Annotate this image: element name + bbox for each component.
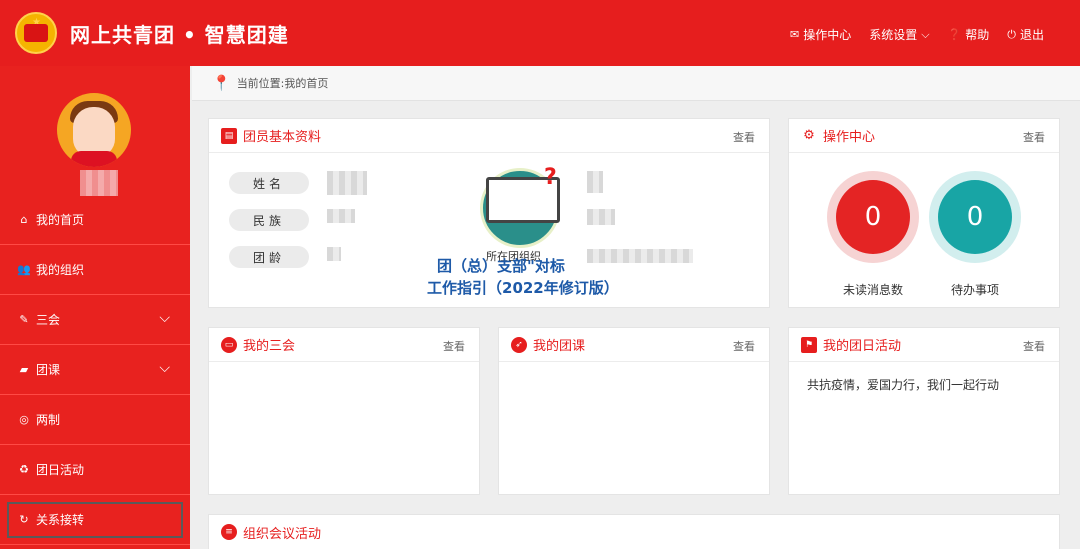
sidebar-item-label: 我的组织: [36, 263, 85, 277]
sidebar-item-sanhui[interactable]: ✎ 三会 ⌵: [0, 295, 190, 345]
panel-header: ⚑ 我的团日活动 查看: [789, 328, 1059, 362]
breadcrumb: 📍 当前位置:我的首页: [192, 66, 1080, 101]
gear-icon: ⚙: [803, 128, 815, 143]
todo-counter[interactable]: 0: [929, 171, 1021, 263]
top-nav-label: 操作中心: [803, 28, 852, 42]
panel-title: 操作中心: [823, 130, 876, 145]
panel-header: ➶ 我的团课 查看: [499, 328, 769, 362]
chevron-down-icon: ⌵: [159, 360, 170, 376]
view-more-link[interactable]: 查看: [1023, 129, 1045, 145]
sidebar-item-tuanke[interactable]: ▰ 团课 ⌵: [0, 345, 190, 395]
top-nav-label: 退出: [1019, 28, 1044, 42]
tuanri-panel: ⚑ 我的团日活动 查看 共抗疫情，爱国力行，我们一起行动: [788, 327, 1060, 495]
view-more-link[interactable]: 查看: [1023, 338, 1045, 354]
panel-header: ≡ 组织会议活动: [209, 515, 1059, 549]
sidebar-item-home[interactable]: ⌂ 我的首页: [0, 195, 190, 245]
redacted-value: [327, 171, 367, 195]
todo-count: 0: [938, 180, 1012, 254]
redacted-value: [327, 209, 355, 223]
sidebar-item-label: 团日活动: [36, 463, 85, 477]
top-nav-settings[interactable]: 系统设置 ⌵: [869, 26, 929, 43]
tuanke-panel: ➶ 我的团课 查看: [498, 327, 770, 495]
sidebar-item-label: 三会: [36, 313, 61, 327]
youth-league-logo-icon: ★: [15, 12, 57, 54]
sidebar-item-my-org[interactable]: 👥 我的组织: [0, 245, 190, 295]
sidebar-item-label: 关系接转: [36, 513, 85, 527]
view-more-link[interactable]: 查看: [733, 338, 755, 354]
sidebar-item-relation-transfer[interactable]: ↻ 关系接转: [0, 495, 190, 545]
unread-label: 未读消息数: [842, 283, 903, 297]
top-nav-logout[interactable]: ⏻ 退出: [1007, 26, 1044, 43]
calendar-icon: ▭: [221, 336, 237, 353]
question-icon: ❓: [947, 28, 962, 41]
power-icon: ⏻: [1007, 27, 1016, 41]
location-pin-icon: 📍: [212, 74, 231, 92]
sidebar-item-label: 两制: [36, 413, 61, 427]
redacted-value: [327, 247, 341, 261]
overlay-title-line1: 团（总）支部"对标: [437, 257, 565, 275]
list-icon: ≡: [221, 524, 237, 540]
sidebar-item-tuanri[interactable]: ♻ 团日活动: [0, 445, 190, 495]
edit-icon: ✎: [19, 313, 29, 326]
panel-title: 我的三会: [243, 339, 296, 354]
top-nav-ops-center[interactable]: ✉ 操作中心: [790, 26, 851, 43]
sidebar-item-liangzhi[interactable]: ◎ 两制: [0, 395, 190, 445]
overlay-title-line2: 工作指引（2022年修订版）: [427, 279, 619, 297]
panel-title: 我的团课: [533, 339, 586, 354]
top-nav-help[interactable]: ❓ 帮助: [948, 26, 990, 43]
envelope-icon: ✉: [789, 28, 800, 41]
flag-icon: ⚑: [801, 336, 817, 353]
sidebar: ⌂ 我的首页 👥 我的组织 ✎ 三会 ⌵ ▰ 团课 ⌵ ◎ 两制 ♻ 团日活动 …: [0, 66, 190, 549]
breadcrumb-text: 当前位置:我的首页: [236, 77, 329, 90]
top-bar: ★ 网上共青团 • 智慧团建 ✉ 操作中心 系统设置 ⌵ ❓ 帮助 ⏻ 退出: [0, 0, 1080, 66]
sanhui-panel: ▭ 我的三会 查看: [208, 327, 480, 495]
app-title: 网上共青团 • 智慧团建: [70, 23, 289, 47]
rocket-icon: ➶: [511, 336, 527, 353]
top-nav-label: 帮助: [965, 28, 990, 42]
activity-list-item[interactable]: 共抗疫情，爱国力行，我们一起行动: [807, 376, 999, 393]
panel-header: ⚙ 操作中心 查看: [789, 119, 1059, 153]
field-label-ethnicity: 民族: [229, 209, 309, 231]
chevron-down-icon: ⌵: [159, 310, 170, 326]
target-icon: ◎: [19, 413, 29, 426]
ops-center-panel: ⚙ 操作中心 查看 0 未读消息数 0 待办事项: [788, 118, 1060, 308]
refresh-icon: ↻: [19, 513, 29, 526]
unread-count: 0: [836, 180, 910, 254]
view-more-link[interactable]: 查看: [733, 129, 755, 145]
todo-label: 待办事项: [950, 283, 999, 297]
field-label-league-age: 团龄: [229, 246, 309, 268]
panel-title: 团员基本资料: [243, 130, 322, 145]
unread-messages-counter[interactable]: 0: [827, 171, 919, 263]
folder-icon: ▰: [19, 363, 29, 376]
recycle-icon: ♻: [19, 463, 29, 476]
sidebar-nav: ⌂ 我的首页 👥 我的组织 ✎ 三会 ⌵ ▰ 团课 ⌵ ◎ 两制 ♻ 团日活动 …: [0, 195, 190, 545]
users-icon: 👥: [17, 263, 31, 276]
field-label-name: 姓名: [229, 172, 309, 194]
panel-title: 组织会议活动: [243, 526, 322, 542]
top-nav-label: 系统设置: [869, 28, 918, 42]
username-redacted: [80, 170, 118, 196]
avatar[interactable]: [57, 93, 131, 167]
meeting-panel: ≡ 组织会议活动: [208, 514, 1060, 549]
home-icon: ⌂: [20, 213, 28, 226]
panel-header: ▭ 我的三会 查看: [209, 328, 479, 362]
panel-header: ▤ 团员基本资料 查看: [209, 119, 769, 153]
guide-watermark-icon: ?: [470, 165, 620, 255]
sidebar-item-label: 我的首页: [36, 213, 85, 227]
view-more-link[interactable]: 查看: [443, 338, 465, 354]
sidebar-item-label: 团课: [36, 363, 61, 377]
profile-card-icon: ▤: [221, 127, 237, 144]
chevron-down-icon: ⌵: [921, 27, 930, 41]
top-nav: ✉ 操作中心 系统设置 ⌵ ❓ 帮助 ⏻ 退出: [790, 26, 1044, 43]
panel-title: 我的团日活动: [823, 339, 902, 354]
